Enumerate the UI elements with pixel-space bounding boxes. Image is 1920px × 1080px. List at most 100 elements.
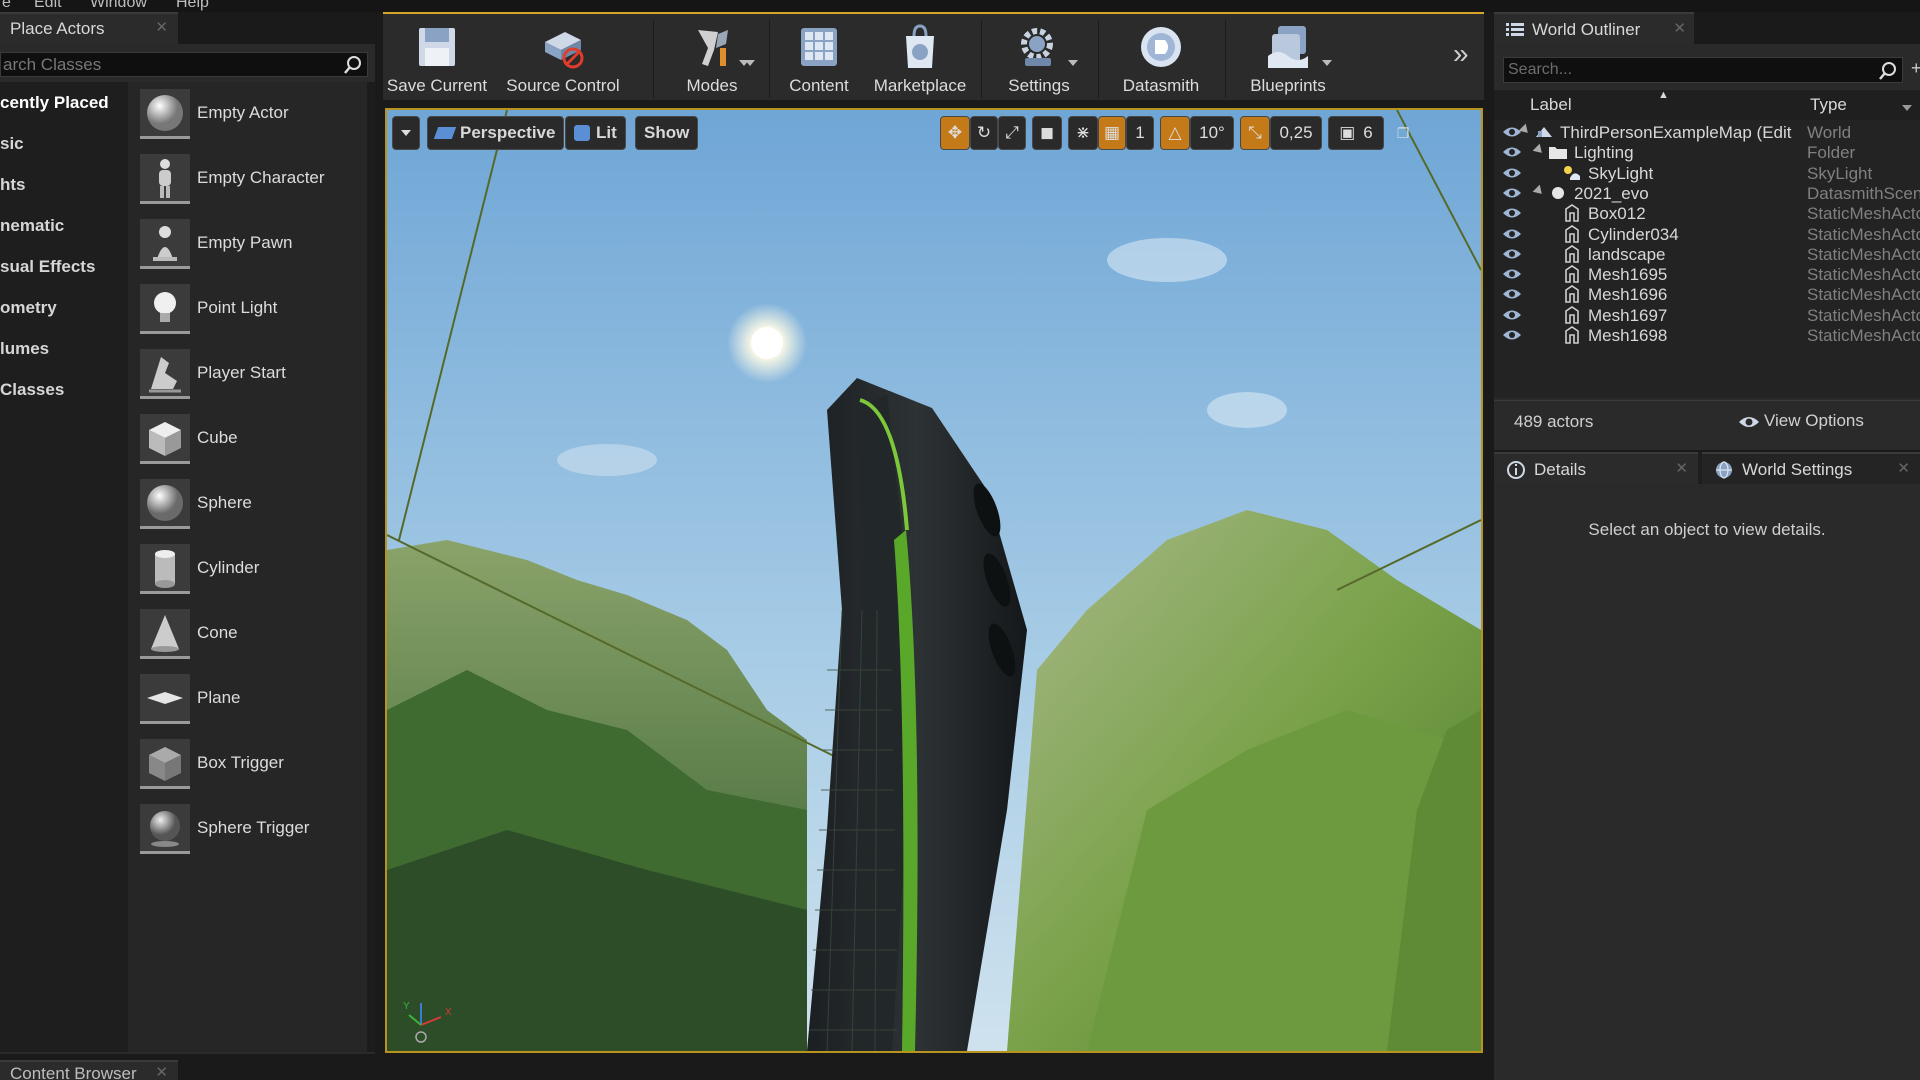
category-geometry[interactable]: ometry bbox=[0, 287, 128, 328]
visibility-eye-icon[interactable] bbox=[1502, 288, 1522, 300]
actor-item-empty-character[interactable]: Empty Character bbox=[128, 147, 375, 212]
visibility-eye-icon[interactable] bbox=[1502, 268, 1522, 280]
marketplace-button[interactable]: Marketplace bbox=[865, 20, 975, 100]
visibility-eye-icon[interactable] bbox=[1502, 228, 1522, 240]
details-tab-label: Details bbox=[1534, 460, 1586, 479]
globe-icon bbox=[1716, 461, 1732, 479]
view-options-button[interactable]: View Options bbox=[1738, 411, 1864, 431]
actor-item-sphere[interactable]: Sphere bbox=[128, 472, 375, 537]
chevron-down-icon[interactable] bbox=[1068, 60, 1078, 66]
rotation-snap-toggle[interactable]: △ bbox=[1160, 116, 1190, 150]
level-viewport[interactable]: Perspective Lit Show ✥ ↻ ⤢ ◼ ⋇ ▦ 1 △ 10°… bbox=[385, 108, 1483, 1053]
actor-item-empty-actor[interactable]: Empty Actor bbox=[128, 82, 375, 147]
settings-button[interactable]: Settings bbox=[985, 20, 1093, 100]
menu-edit[interactable]: Edit bbox=[34, 0, 62, 12]
chevron-down-icon[interactable] bbox=[745, 60, 755, 66]
actor-item-player-start[interactable]: Player Start bbox=[128, 342, 375, 407]
visibility-eye-icon[interactable] bbox=[1502, 309, 1522, 321]
search-icon[interactable] bbox=[343, 55, 363, 75]
scale-tool-button[interactable]: ⤢ bbox=[998, 116, 1026, 150]
close-icon[interactable]: ✕ bbox=[155, 1063, 168, 1080]
toolbar-overflow-icon[interactable]: » bbox=[1453, 40, 1469, 68]
rotation-snap-value[interactable]: 10° bbox=[1190, 116, 1234, 150]
expand-arrow-icon[interactable] bbox=[1532, 143, 1546, 157]
category-volumes[interactable]: lumes bbox=[0, 328, 128, 369]
coordinate-system-button[interactable]: ◼ bbox=[1032, 116, 1062, 150]
actor-item-cylinder[interactable]: Cylinder bbox=[128, 537, 375, 602]
category-cinematic[interactable]: nematic bbox=[0, 205, 128, 246]
search-icon[interactable] bbox=[1878, 61, 1898, 81]
world-outliner-tab[interactable]: World Outliner ✕ bbox=[1494, 12, 1694, 44]
visibility-eye-icon[interactable] bbox=[1502, 207, 1522, 219]
save-current-button[interactable]: Save Current bbox=[383, 20, 491, 100]
source-control-button[interactable]: Source Control bbox=[499, 20, 749, 100]
outliner-search-input[interactable]: Search... bbox=[1503, 57, 1903, 83]
category-basic[interactable]: sic bbox=[0, 123, 128, 164]
actor-item-point-light[interactable]: Point Light bbox=[128, 277, 375, 342]
close-icon[interactable]: ✕ bbox=[1897, 459, 1910, 477]
surface-snapping-button[interactable]: ⋇ bbox=[1068, 116, 1098, 150]
actor-item-box-trigger[interactable]: Box Trigger bbox=[128, 732, 375, 797]
label-column-header[interactable]: Label bbox=[1530, 95, 1572, 115]
actor-item-cube[interactable]: Cube bbox=[128, 407, 375, 472]
visibility-eye-icon[interactable] bbox=[1502, 248, 1522, 260]
details-tab-strip: Details ✕ World Settings ✕ bbox=[1494, 452, 1920, 484]
category-all-classes[interactable]: Classes bbox=[0, 369, 128, 410]
perspective-button[interactable]: Perspective bbox=[427, 116, 565, 150]
visibility-eye-icon[interactable] bbox=[1502, 146, 1522, 158]
actor-item-empty-pawn[interactable]: Empty Pawn bbox=[128, 212, 375, 277]
viewport-options-button[interactable] bbox=[392, 116, 420, 150]
camera-speed-button[interactable]: ▣ 6 bbox=[1328, 116, 1384, 150]
rotation-snap-label: 10° bbox=[1199, 123, 1225, 142]
category-visual-effects[interactable]: sual Effects bbox=[0, 246, 128, 287]
source-control-label: Source Control bbox=[506, 76, 620, 95]
add-filter-icon[interactable]: + bbox=[1911, 58, 1920, 79]
show-button[interactable]: Show bbox=[635, 116, 699, 150]
content-browser-tab[interactable]: Content Browser ✕ bbox=[0, 1060, 178, 1080]
modes-button[interactable]: Modes bbox=[658, 20, 766, 100]
scale-snap-toggle[interactable]: ⤡ bbox=[1240, 116, 1270, 150]
menu-help[interactable]: Help bbox=[176, 0, 209, 12]
visibility-eye-icon[interactable] bbox=[1502, 167, 1522, 179]
toolbar-divider bbox=[1225, 20, 1226, 98]
place-actors-tab[interactable]: Place Actors ✕ bbox=[0, 12, 178, 44]
rotate-tool-button[interactable]: ↻ bbox=[970, 116, 998, 150]
maximize-viewport-button[interactable]: ❐ bbox=[1390, 116, 1416, 150]
close-icon[interactable]: ✕ bbox=[155, 18, 168, 36]
category-lights[interactable]: hts bbox=[0, 164, 128, 205]
translate-icon: ✥ bbox=[947, 123, 963, 142]
actor-item-sphere-trigger[interactable]: Sphere Trigger bbox=[128, 797, 375, 862]
menu-file[interactable]: e bbox=[2, 0, 11, 12]
menu-window[interactable]: Window bbox=[90, 0, 147, 12]
close-icon[interactable]: ✕ bbox=[1673, 19, 1686, 37]
chevron-down-icon[interactable] bbox=[1322, 60, 1332, 66]
grid-snap-toggle[interactable]: ▦ bbox=[1098, 116, 1126, 150]
visibility-eye-icon[interactable] bbox=[1502, 187, 1522, 199]
search-classes-input[interactable]: arch Classes bbox=[0, 52, 368, 77]
actor-item-plane[interactable]: Plane bbox=[128, 667, 375, 732]
type-column-header[interactable]: Type bbox=[1810, 95, 1847, 115]
content-browser-tab-label: Content Browser bbox=[10, 1064, 137, 1080]
scale-snap-value[interactable]: 0,25 bbox=[1270, 116, 1322, 150]
actor-item-cone[interactable]: Cone bbox=[128, 602, 375, 667]
world-settings-tab[interactable]: World Settings ✕ bbox=[1702, 452, 1920, 484]
category-recently-placed[interactable]: cently Placed bbox=[0, 82, 128, 123]
visibility-eye-icon[interactable] bbox=[1502, 329, 1522, 341]
content-button[interactable]: Content bbox=[773, 20, 865, 100]
close-icon[interactable]: ✕ bbox=[1675, 459, 1688, 477]
chevron-down-icon[interactable] bbox=[1902, 105, 1912, 111]
place-actors-scrollbar[interactable] bbox=[367, 82, 375, 1052]
blueprints-button[interactable]: Blueprints bbox=[1229, 20, 1347, 100]
lit-button[interactable]: Lit bbox=[565, 116, 626, 150]
eye-icon bbox=[1739, 416, 1759, 427]
static-mesh-icon bbox=[1562, 224, 1582, 243]
maximize-icon: ❐ bbox=[1396, 124, 1410, 141]
panel-splitter[interactable] bbox=[1484, 12, 1494, 1080]
translate-tool-button[interactable]: ✥ bbox=[940, 116, 970, 150]
pawn-icon bbox=[140, 219, 190, 269]
expand-arrow-icon[interactable] bbox=[1532, 184, 1546, 198]
outliner-row[interactable]: Mesh1698 StaticMeshActo bbox=[1494, 323, 1920, 348]
datasmith-button[interactable]: Datasmith bbox=[1101, 20, 1221, 100]
grid-snap-value[interactable]: 1 bbox=[1126, 116, 1154, 150]
details-tab[interactable]: Details ✕ bbox=[1494, 452, 1698, 484]
